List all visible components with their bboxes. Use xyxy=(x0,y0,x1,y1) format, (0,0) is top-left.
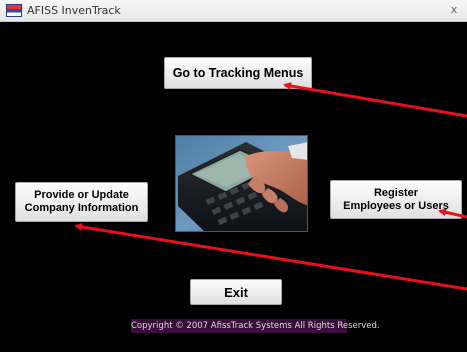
tracking-button-label: Go to Tracking Menus xyxy=(172,66,304,80)
company-information-button[interactable]: Provide or Update Company Information xyxy=(15,182,148,222)
register-button-line2: Employees or Users xyxy=(343,199,449,212)
register-button-label: Register Employees or Users xyxy=(343,187,449,213)
scanner-photo-svg xyxy=(176,136,307,231)
company-button-line2: Company Information xyxy=(24,202,139,214)
exit-button-label: Exit xyxy=(224,284,248,300)
main-window: AFISS InvenTrack x Go to Tracking Menus … xyxy=(0,0,467,352)
handheld-scanner-image xyxy=(175,135,308,232)
window-title: AFISS InvenTrack xyxy=(27,4,121,17)
exit-button[interactable]: Exit xyxy=(190,279,282,305)
go-to-tracking-menus-button[interactable]: Go to Tracking Menus xyxy=(164,57,312,89)
app-icon xyxy=(6,4,22,17)
register-employees-button[interactable]: Register Employees or Users xyxy=(330,180,462,219)
arrow-to-tracking-button xyxy=(283,82,467,118)
close-icon[interactable]: x xyxy=(447,3,461,17)
title-bar: AFISS InvenTrack x xyxy=(0,0,467,22)
company-button-label: Provide or Update Company Information xyxy=(25,189,139,215)
company-button-line1: Provide or Update xyxy=(34,189,129,201)
copyright-notice: Copyright © 2007 AfissTrack Systems All … xyxy=(131,319,380,333)
register-button-line1: Register xyxy=(373,186,419,199)
